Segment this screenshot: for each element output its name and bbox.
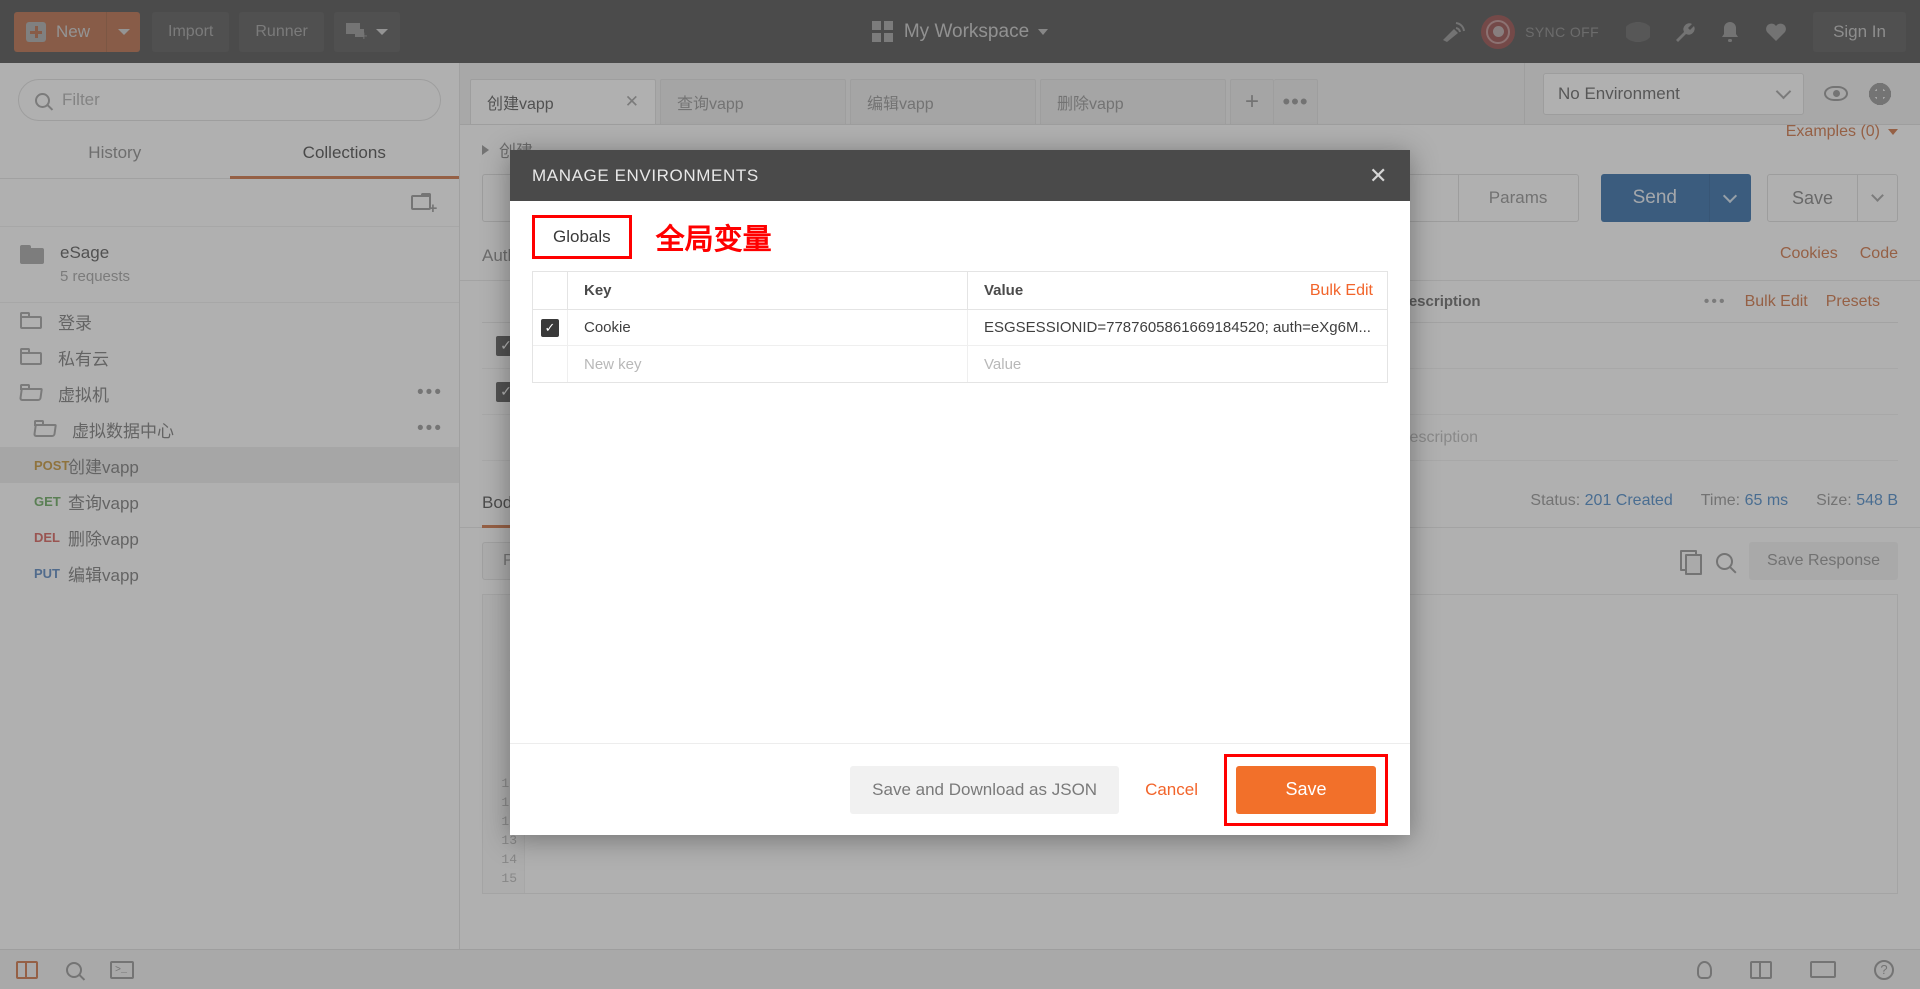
table-row[interactable]: ✓ Cookie ESGSESSIONID=778760586166918452… <box>533 310 1387 346</box>
globals-table-header: Key Value Bulk Edit <box>533 272 1387 310</box>
table-row-new[interactable]: New key Value <box>533 346 1387 382</box>
row-key[interactable]: Cookie <box>568 310 968 345</box>
column-key: Key <box>568 272 968 309</box>
row-value[interactable]: ESGSESSIONID=7787605861669184520; auth=e… <box>968 310 1387 345</box>
globals-tab-label: Globals <box>553 227 611 246</box>
globals-row: Globals 全局变量 <box>510 201 1410 269</box>
bulk-edit-link[interactable]: Bulk Edit <box>1310 282 1373 300</box>
globals-tab-button[interactable]: Globals <box>532 215 632 259</box>
new-key-input[interactable]: New key <box>568 346 968 382</box>
row-checkbox[interactable]: ✓ <box>541 318 559 337</box>
save-button[interactable]: Save <box>1236 765 1376 814</box>
modal-footer: Save and Download as JSON Cancel Save <box>510 743 1410 835</box>
cancel-button[interactable]: Cancel <box>1145 780 1198 800</box>
column-value: Value <box>984 282 1024 299</box>
save-download-json-button[interactable]: Save and Download as JSON <box>850 765 1120 814</box>
new-value-input[interactable]: Value <box>968 346 1387 382</box>
save-download-json-label: Save and Download as JSON <box>872 779 1098 799</box>
save-button-label: Save <box>1285 779 1327 799</box>
globals-variables-table: Key Value Bulk Edit ✓ Cookie ESGSESSIONI… <box>532 271 1388 383</box>
cancel-label: Cancel <box>1145 779 1198 799</box>
modal-title: MANAGE ENVIRONMENTS <box>532 165 759 185</box>
annotation-text: 全局变量 <box>655 224 772 256</box>
save-button-highlight: Save <box>1224 753 1388 826</box>
modal-header: MANAGE ENVIRONMENTS ✕ <box>510 150 1410 201</box>
close-icon[interactable]: ✕ <box>1369 164 1388 187</box>
manage-environments-modal: MANAGE ENVIRONMENTS ✕ Globals 全局变量 Key V… <box>510 150 1410 835</box>
